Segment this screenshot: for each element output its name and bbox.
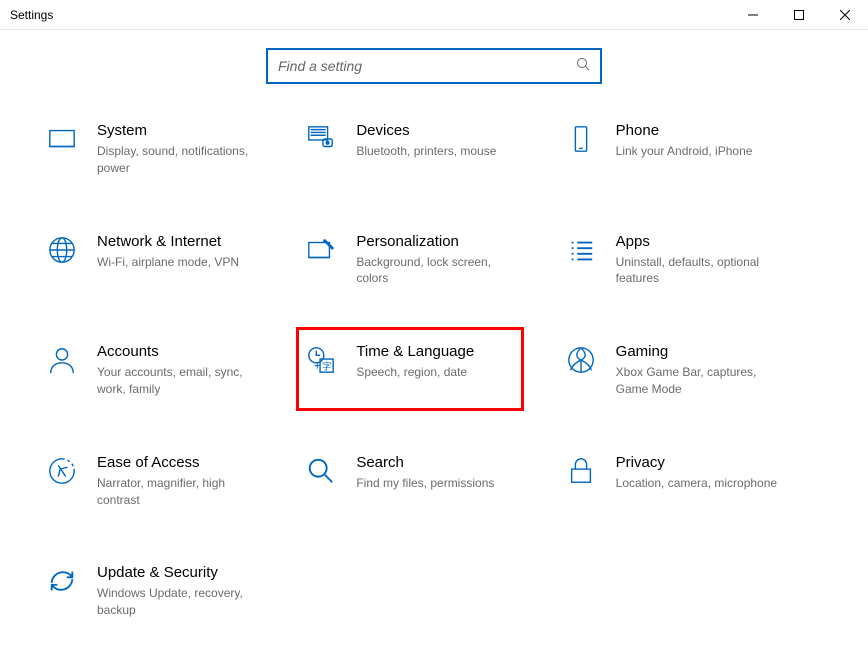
tile-subtitle: Speech, region, date xyxy=(356,364,526,381)
gaming-icon xyxy=(564,343,598,377)
devices-icon xyxy=(304,122,338,156)
tile-title: Phone xyxy=(616,122,804,140)
tile-search[interactable]: Search Find my files, permissions xyxy=(304,454,544,509)
tile-subtitle: Location, camera, microphone xyxy=(616,475,786,492)
ease-of-access-icon xyxy=(45,454,79,488)
search-icon xyxy=(576,57,590,76)
tile-title: Apps xyxy=(616,233,804,251)
tile-title: Devices xyxy=(356,122,544,140)
tile-subtitle: Wi-Fi, airplane mode, VPN xyxy=(97,254,267,271)
tile-title: Gaming xyxy=(616,343,804,361)
tile-apps[interactable]: Apps Uninstall, defaults, optional featu… xyxy=(564,233,804,288)
tile-title: Accounts xyxy=(97,343,285,361)
tile-subtitle: Link your Android, iPhone xyxy=(616,143,786,160)
accounts-icon xyxy=(45,343,79,377)
tile-subtitle: Find my files, permissions xyxy=(356,475,526,492)
tile-gaming[interactable]: Gaming Xbox Game Bar, captures, Game Mod… xyxy=(564,343,804,398)
window-title: Settings xyxy=(10,8,53,22)
close-button[interactable] xyxy=(822,0,868,29)
system-icon xyxy=(45,122,79,156)
personalization-icon xyxy=(304,233,338,267)
maximize-icon xyxy=(794,10,804,20)
tile-subtitle: Xbox Game Bar, captures, Game Mode xyxy=(616,364,786,398)
phone-icon xyxy=(564,122,598,156)
tile-network[interactable]: Network & Internet Wi-Fi, airplane mode,… xyxy=(45,233,285,288)
search-category-icon xyxy=(304,454,338,488)
svg-text:字: 字 xyxy=(322,361,331,372)
tile-title: Personalization xyxy=(356,233,544,251)
categories-grid: System Display, sound, notifications, po… xyxy=(0,122,868,619)
apps-icon xyxy=(564,233,598,267)
tile-privacy[interactable]: Privacy Location, camera, microphone xyxy=(564,454,804,509)
tile-title: Search xyxy=(356,454,544,472)
window-controls xyxy=(730,0,868,29)
time-language-icon: 字 xyxy=(304,343,338,377)
tile-subtitle: Uninstall, defaults, optional features xyxy=(616,254,786,288)
tile-update-security[interactable]: Update & Security Windows Update, recove… xyxy=(45,564,285,619)
tile-ease-of-access[interactable]: Ease of Access Narrator, magnifier, high… xyxy=(45,454,285,509)
titlebar: Settings xyxy=(0,0,868,30)
tile-subtitle: Your accounts, email, sync, work, family xyxy=(97,364,267,398)
tile-accounts[interactable]: Accounts Your accounts, email, sync, wor… xyxy=(45,343,285,398)
tile-phone[interactable]: Phone Link your Android, iPhone xyxy=(564,122,804,177)
tile-system[interactable]: System Display, sound, notifications, po… xyxy=(45,122,285,177)
tile-subtitle: Narrator, magnifier, high contrast xyxy=(97,475,267,509)
maximize-button[interactable] xyxy=(776,0,822,29)
close-icon xyxy=(840,10,850,20)
lock-icon xyxy=(564,454,598,488)
tile-subtitle: Bluetooth, printers, mouse xyxy=(356,143,526,160)
tile-title: System xyxy=(97,122,285,140)
minimize-icon xyxy=(748,10,758,20)
search-container xyxy=(0,48,868,84)
tile-title: Ease of Access xyxy=(97,454,285,472)
tile-subtitle: Background, lock screen, colors xyxy=(356,254,526,288)
update-icon xyxy=(45,564,79,598)
tile-title: Time & Language xyxy=(356,343,544,361)
tile-devices[interactable]: Devices Bluetooth, printers, mouse xyxy=(304,122,544,177)
tile-title: Update & Security xyxy=(97,564,285,582)
tile-subtitle: Display, sound, notifications, power xyxy=(97,143,267,177)
tile-subtitle: Windows Update, recovery, backup xyxy=(97,585,267,619)
search-input[interactable] xyxy=(278,58,576,74)
tile-title: Network & Internet xyxy=(97,233,285,251)
tile-personalization[interactable]: Personalization Background, lock screen,… xyxy=(304,233,544,288)
globe-icon xyxy=(45,233,79,267)
minimize-button[interactable] xyxy=(730,0,776,29)
tile-time-language[interactable]: 字 Time & Language Speech, region, date xyxy=(304,343,544,398)
tile-title: Privacy xyxy=(616,454,804,472)
search-box[interactable] xyxy=(266,48,602,84)
